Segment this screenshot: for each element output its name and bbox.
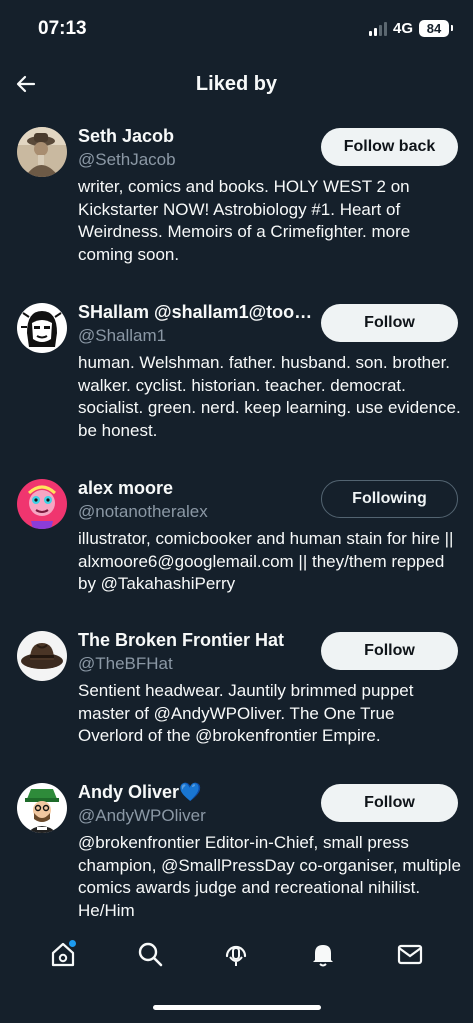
user-name[interactable]: Seth Jacob [78, 126, 174, 147]
spaces-icon [226, 945, 247, 966]
battery-level: 84 [419, 20, 453, 37]
user-row[interactable]: Andy Oliver💙 @AndyWPOliver @brokenfronti… [0, 774, 473, 924]
page-title: Liked by [195, 73, 278, 95]
avatar[interactable] [17, 631, 67, 681]
notifications-icon [313, 945, 334, 967]
user-bio: illustrator, comicbooker and human stain… [78, 529, 454, 593]
tab-search[interactable] [130, 934, 170, 974]
comic-face-icon [17, 303, 67, 353]
user-handle[interactable]: @Shallam1 [78, 326, 166, 346]
user-row[interactable]: SHallam @shallam1@toot.... @Shallam1 hum… [0, 294, 473, 464]
pink-illustrated-face-icon [17, 479, 67, 529]
user-name[interactable]: alex moore [78, 478, 173, 499]
user-row[interactable]: The Broken Frontier Hat @TheBFHat Sentie… [0, 622, 473, 772]
tab-home[interactable] [43, 934, 83, 974]
follow-button[interactable]: Follow [321, 784, 458, 822]
user-name[interactable]: SHallam @shallam1@toot.... [78, 302, 318, 323]
cartoon-man-hat-icon [17, 783, 67, 833]
user-bio: @brokenfrontier Editor-in-Chief, small p… [78, 833, 461, 920]
user-name[interactable]: Andy Oliver💙 [78, 782, 201, 803]
follow-button[interactable]: Follow [321, 304, 458, 342]
status-time: 07:13 [38, 18, 87, 39]
user-handle[interactable]: @AndyWPOliver [78, 806, 206, 826]
user-bio: writer, comics and books. HOLY WEST 2 on… [78, 177, 411, 264]
user-name[interactable]: The Broken Frontier Hat [78, 630, 284, 651]
user-name-text: Andy Oliver [78, 782, 180, 802]
signal-icon [368, 21, 387, 36]
user-bio: Sentient headwear. Jauntily brimmed pupp… [78, 681, 414, 745]
avatar[interactable] [17, 783, 67, 833]
user-handle[interactable]: @TheBFHat [78, 654, 173, 674]
status-bar: 07:13 4G 84 [0, 0, 473, 60]
search-icon [138, 942, 163, 967]
tab-notifications[interactable] [303, 934, 343, 974]
user-handle[interactable]: @SethJacob [78, 150, 176, 170]
user-handle[interactable]: @notanotheralex [78, 502, 208, 522]
fedora-hat-icon [17, 631, 67, 681]
sepia-portrait-icon [17, 127, 67, 177]
tab-messages[interactable] [390, 934, 430, 974]
user-row[interactable]: Seth Jacob @SethJacob writer, comics and… [0, 118, 473, 288]
avatar[interactable] [17, 127, 67, 177]
status-indicators: 4G 84 [368, 20, 453, 37]
network-type: 4G [392, 20, 413, 37]
home-indicator[interactable] [153, 1005, 321, 1010]
user-bio: human. Welshman. father. husband. son. b… [78, 353, 461, 440]
blue-heart-emoji: 💙 [179, 782, 202, 802]
follow-back-button[interactable]: Follow back [321, 128, 458, 166]
user-row[interactable]: alex moore @notanotheralex illustrator, … [0, 470, 473, 620]
messages-icon [397, 944, 422, 965]
bottom-tab-bar [0, 925, 473, 983]
avatar[interactable] [17, 303, 67, 353]
avatar[interactable] [17, 479, 67, 529]
page-header: Liked by [0, 60, 473, 110]
tab-spaces[interactable] [216, 934, 256, 974]
follow-button[interactable]: Follow [321, 632, 458, 670]
following-button[interactable]: Following [321, 480, 458, 518]
